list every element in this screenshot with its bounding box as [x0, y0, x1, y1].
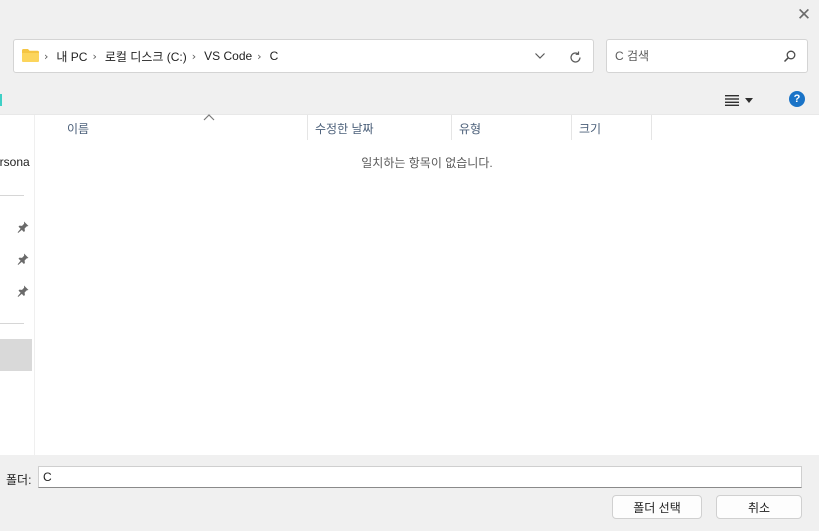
column-header-type[interactable]: 유형 — [452, 115, 572, 140]
address-row: › 내 PC › 로컬 디스크 (C:) › VS Code › C — [0, 29, 819, 85]
cancel-button[interactable]: 취소 — [716, 495, 802, 519]
column-header-label: 수정한 날짜 — [315, 122, 374, 136]
column-header-date-modified[interactable]: 수정한 날짜 — [308, 115, 452, 140]
folder-icon — [22, 49, 39, 62]
select-folder-button[interactable]: 폴더 선택 — [612, 495, 702, 519]
accent-marker — [0, 94, 2, 106]
dialog-footer: 폴더: 폴더 선택 취소 — [0, 455, 819, 531]
sort-ascending-icon — [203, 114, 215, 121]
navigation-pane: ersona — [0, 115, 35, 455]
breadcrumb-separator[interactable]: › — [187, 50, 204, 63]
nav-divider — [0, 195, 24, 196]
command-bar: ? — [0, 85, 819, 115]
title-bar: ✕ — [0, 0, 819, 29]
pin-icon[interactable] — [17, 253, 29, 265]
breadcrumb-vs-code[interactable]: VS Code — [204, 49, 252, 63]
search-input[interactable] — [615, 47, 775, 65]
search-box[interactable] — [606, 39, 808, 73]
breadcrumb-separator[interactable]: › — [87, 50, 104, 63]
caret-down-icon — [745, 97, 753, 103]
search-icon[interactable] — [783, 49, 797, 63]
pin-icon[interactable] — [17, 285, 29, 297]
column-header-name[interactable]: 이름 — [60, 114, 308, 140]
breadcrumb: › 내 PC › 로컬 디스크 (C:) › VS Code › C — [44, 40, 278, 72]
file-list: 이름 수정한 날짜 유형 크기 일치하는 항목이 없습니다. — [35, 114, 819, 455]
column-header-label: 이름 — [67, 122, 90, 136]
help-glyph: ? — [793, 93, 801, 105]
folder-name-field[interactable] — [38, 466, 802, 488]
address-bar[interactable]: › 내 PC › 로컬 디스크 (C:) › VS Code › C — [13, 39, 594, 73]
column-header-size[interactable]: 크기 — [572, 115, 652, 140]
column-header-label: 크기 — [579, 122, 602, 136]
close-button[interactable]: ✕ — [789, 0, 819, 29]
address-history-button[interactable] — [532, 48, 548, 64]
refresh-icon — [569, 51, 581, 63]
breadcrumb-separator[interactable]: › — [44, 50, 56, 63]
nav-item-personal[interactable]: ersona — [0, 155, 30, 169]
breadcrumb-c[interactable]: C — [270, 49, 279, 63]
refresh-button[interactable] — [566, 48, 584, 66]
pin-icon[interactable] — [17, 221, 29, 233]
folder-label: 폴더: — [6, 473, 32, 487]
breadcrumb-separator[interactable]: › — [252, 50, 269, 63]
view-options-button[interactable] — [725, 92, 765, 108]
chevron-down-icon — [535, 53, 545, 59]
breadcrumb-local-disk[interactable]: 로컬 디스크 (C:) — [105, 48, 187, 65]
nav-item-selected[interactable] — [0, 339, 32, 371]
breadcrumb-this-pc[interactable]: 내 PC — [56, 48, 87, 65]
empty-folder-message: 일치하는 항목이 없습니다. — [361, 156, 493, 170]
close-icon: ✕ — [796, 4, 812, 25]
help-icon[interactable]: ? — [789, 91, 805, 107]
nav-divider — [0, 323, 24, 324]
column-header-label: 유형 — [459, 122, 482, 136]
details-view-icon — [725, 95, 739, 106]
